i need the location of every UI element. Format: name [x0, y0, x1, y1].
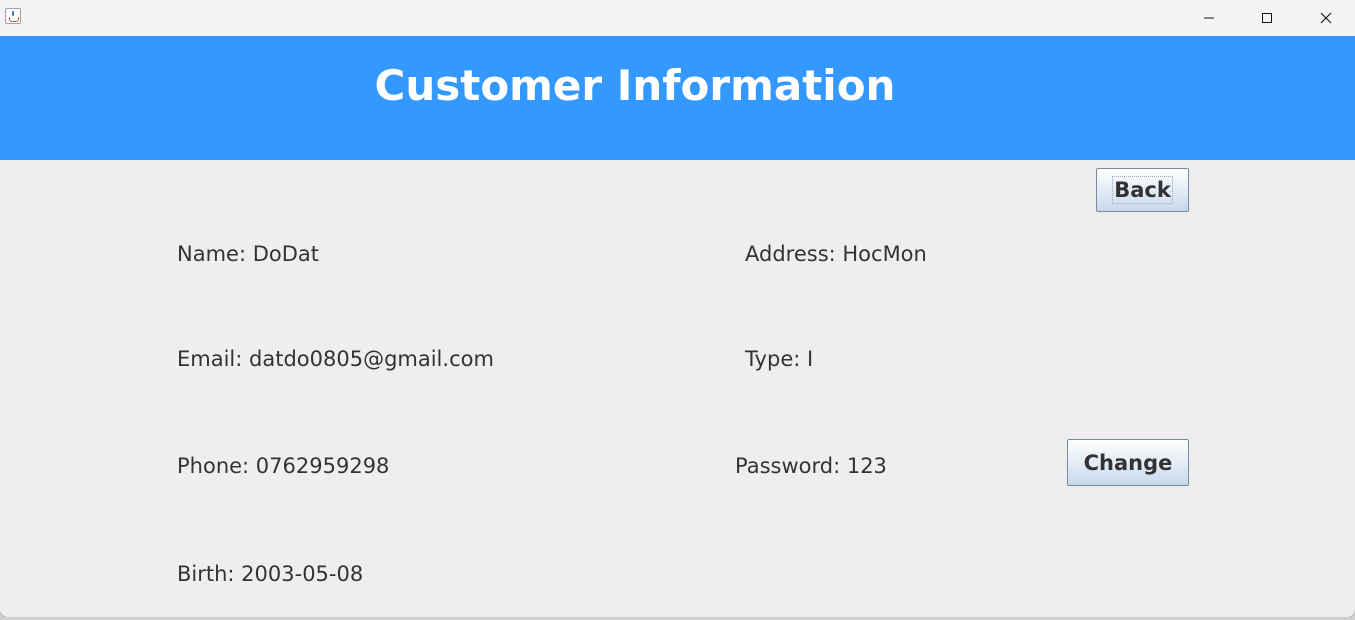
title-bar[interactable]	[0, 0, 1355, 36]
email-label: Email: datdo0805@gmail.com	[177, 347, 494, 371]
address-label: Address: HocMon	[745, 242, 927, 266]
close-icon	[1320, 12, 1332, 24]
password-label: Password: 123	[735, 454, 887, 478]
back-button[interactable]: Back	[1096, 168, 1189, 212]
name-label: Name: DoDat	[177, 242, 319, 266]
header-banner: Customer Information	[0, 36, 1355, 160]
back-button-label: Back	[1112, 176, 1173, 204]
app-window: Customer Information Back Name: DoDat Ad…	[0, 0, 1355, 617]
maximize-icon	[1262, 13, 1272, 23]
type-label: Type: I	[745, 347, 814, 371]
java-app-icon	[5, 8, 21, 24]
change-button[interactable]: Change	[1067, 439, 1189, 486]
birth-label: Birth: 2003-05-08	[177, 562, 364, 586]
minimize-icon	[1204, 17, 1214, 19]
page-title: Customer Information	[374, 61, 896, 110]
close-button[interactable]	[1303, 0, 1349, 36]
minimize-button[interactable]	[1186, 0, 1232, 36]
phone-label: Phone: 0762959298	[177, 454, 390, 478]
change-button-label: Change	[1083, 450, 1173, 475]
maximize-button[interactable]	[1244, 0, 1290, 36]
